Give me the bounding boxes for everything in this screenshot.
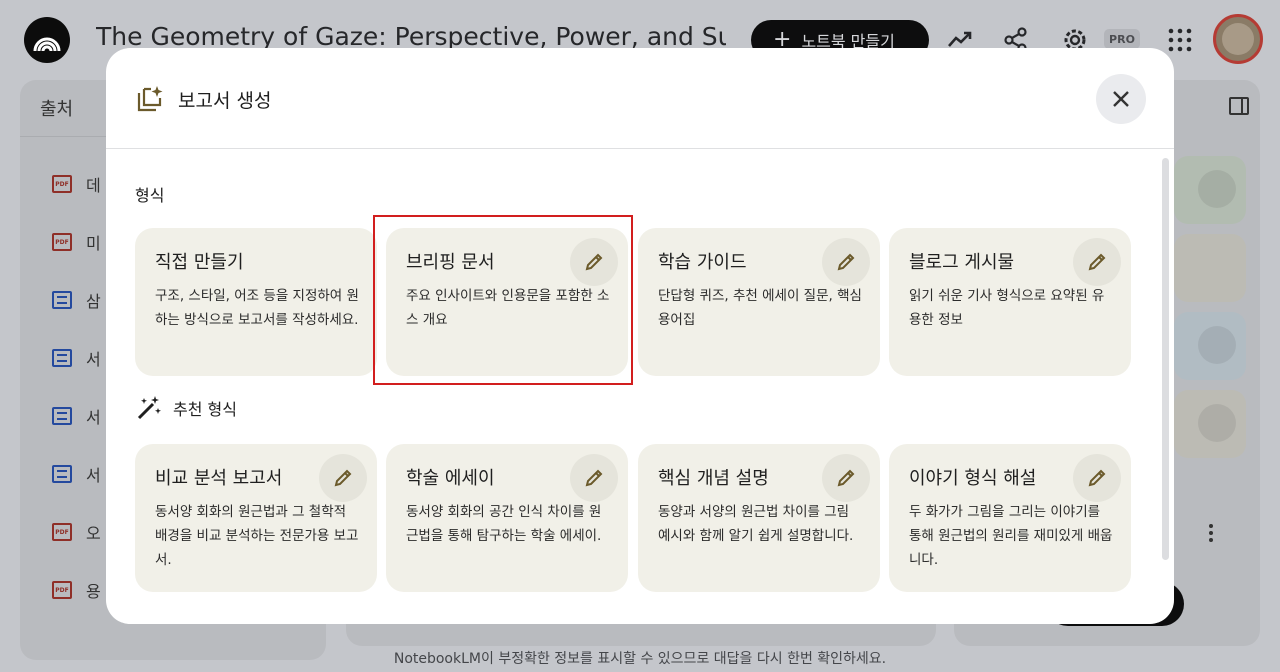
recommended-card-key-concepts[interactable]: 핵심 개념 설명 동양과 서양의 원근법 차이를 그림 예시와 함께 알기 쉽게… [638, 444, 880, 592]
studio-card[interactable] [1174, 234, 1246, 302]
studio-card[interactable] [1174, 390, 1246, 458]
edit-button[interactable] [319, 454, 367, 502]
collapse-panel-icon[interactable] [1229, 97, 1249, 115]
notebook-title[interactable]: The Geometry of Gaze: Perspective, Power… [96, 22, 726, 51]
web-icon [52, 291, 72, 309]
magic-wand-icon [137, 396, 161, 420]
edit-button[interactable] [822, 238, 870, 286]
source-item[interactable]: PDF 미 [52, 230, 101, 254]
dialog-header: 보고서 생성 [106, 48, 1174, 149]
source-item[interactable]: 서 [52, 404, 101, 428]
close-button[interactable] [1096, 74, 1146, 124]
web-icon [52, 349, 72, 367]
edit-button[interactable] [822, 454, 870, 502]
recommended-section-header: 추천 형식 [135, 394, 237, 422]
more-options-icon[interactable] [1209, 524, 1215, 544]
notebooklm-logo[interactable] [24, 17, 70, 63]
format-card-blog-post[interactable]: 블로그 게시물 읽기 쉬운 기사 형식으로 요약된 유용한 정보 [889, 228, 1131, 376]
studio-card[interactable] [1174, 312, 1246, 380]
source-item[interactable]: PDF 오 [52, 520, 101, 544]
format-card-study-guide[interactable]: 학습 가이드 단답형 퀴즈, 추천 에세이 질문, 핵심 용어집 [638, 228, 880, 376]
report-sparkle-icon [137, 86, 163, 112]
create-report-dialog: 보고서 생성 형식 직접 만들기 구조, 스타일, 어조 등을 지정하여 원하는… [106, 48, 1174, 624]
pdf-icon: PDF [52, 581, 72, 599]
source-item[interactable]: 서 [52, 346, 101, 370]
recommended-card-comparative-report[interactable]: 비교 분석 보고서 동서양 회화의 원근법과 그 철학적 배경을 비교 분석하는… [135, 444, 377, 592]
pdf-icon: PDF [52, 523, 72, 541]
disclaimer-text: NotebookLM이 부정확한 정보를 표시할 수 있으므로 대답을 다시 한… [393, 651, 887, 667]
edit-button[interactable] [1073, 238, 1121, 286]
user-avatar[interactable] [1213, 14, 1263, 64]
scrollbar[interactable] [1162, 158, 1169, 560]
pdf-icon: PDF [52, 233, 72, 251]
source-item[interactable]: 삼 [52, 288, 101, 312]
pencil-icon [1088, 253, 1106, 271]
pencil-icon [1088, 469, 1106, 487]
source-item[interactable]: PDF 용 [52, 578, 101, 602]
recommended-section-label: 추천 형식 [173, 400, 237, 419]
studio-card[interactable] [1174, 156, 1246, 224]
markdown-icon [52, 407, 72, 425]
pencil-icon [585, 469, 603, 487]
pencil-icon [837, 253, 855, 271]
source-item[interactable]: PDF 데 [52, 172, 101, 196]
pencil-icon [837, 469, 855, 487]
web-icon [52, 465, 72, 483]
pencil-icon [334, 469, 352, 487]
recommended-card-academic-essay[interactable]: 학술 에세이 동서양 회화의 공간 인식 차이를 원근법을 통해 탐구하는 학술… [386, 444, 628, 592]
source-item[interactable]: 서 [52, 462, 101, 486]
close-icon [1113, 91, 1129, 107]
dialog-title: 보고서 생성 [178, 90, 272, 112]
edit-button[interactable] [1073, 454, 1121, 502]
edit-button[interactable] [570, 454, 618, 502]
format-section-label: 형식 [135, 186, 165, 205]
recommended-card-narrative[interactable]: 이야기 형식 해설 두 화가가 그림을 그리는 이야기를 통해 원근법의 원리를… [889, 444, 1131, 592]
selection-highlight [373, 215, 633, 385]
format-card-custom[interactable]: 직접 만들기 구조, 스타일, 어조 등을 지정하여 원하는 방식으로 보고서를… [135, 228, 377, 376]
pdf-icon: PDF [52, 175, 72, 193]
pro-badge: PRO [1104, 29, 1140, 49]
sources-panel-title: 출처 [40, 99, 74, 120]
